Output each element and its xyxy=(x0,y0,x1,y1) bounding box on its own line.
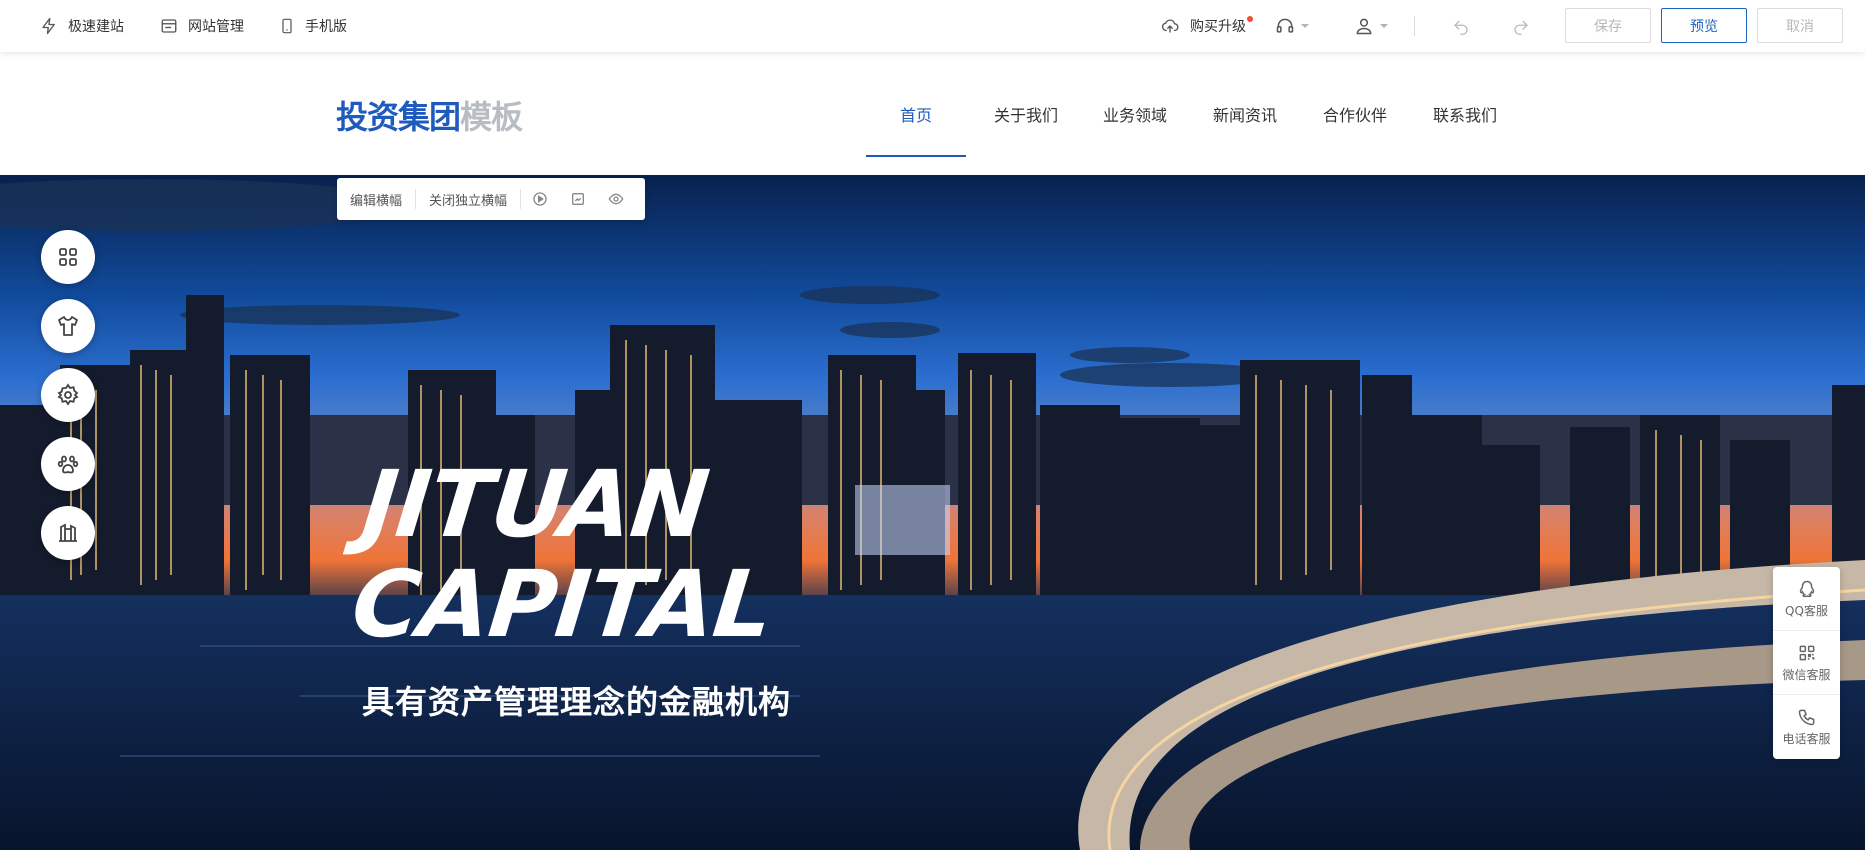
nav-business[interactable]: 业务领域 xyxy=(1085,52,1185,175)
image-settings-button[interactable] xyxy=(559,178,597,220)
play-button[interactable] xyxy=(521,178,559,220)
mobile-label: 手机版 xyxy=(305,19,347,35)
chevron-down-icon xyxy=(1380,24,1388,28)
grid-apps-icon xyxy=(59,248,77,266)
theme-button[interactable] xyxy=(41,299,95,353)
customer-service-panel: QQ客服 微信客服 电话客服 xyxy=(1773,567,1840,759)
left-tool-dock xyxy=(41,230,95,575)
quick-build-label: 极速建站 xyxy=(68,19,124,35)
banner-edit-toolbar: 编辑横幅 关闭独立横幅 xyxy=(337,178,645,220)
eye-icon xyxy=(608,193,624,205)
image-frame-icon xyxy=(572,193,585,205)
phone-service-label: 电话客服 xyxy=(1782,732,1831,746)
phone-service-button[interactable]: 电话客服 xyxy=(1773,695,1840,759)
logo-sub-text: 模板 xyxy=(460,98,523,136)
cancel-button[interactable]: 取消 xyxy=(1757,8,1843,43)
preview-button[interactable]: 预览 xyxy=(1661,8,1747,43)
edit-banner-button[interactable]: 编辑横幅 xyxy=(337,190,415,209)
hero-banner: 编辑横幅 关闭独立横幅 JITUAN CAPITAL 具有资产管理理念的金融机构… xyxy=(0,175,1865,850)
qq-service-label: QQ客服 xyxy=(1785,603,1828,618)
hero-subtitle: 具有资产管理理念的金融机构 xyxy=(362,683,792,721)
user-menu[interactable] xyxy=(1354,0,1388,52)
support-menu[interactable] xyxy=(1275,0,1309,52)
site-manage-button[interactable]: 网站管理 xyxy=(160,0,244,52)
site-logo[interactable]: 投资集团模板 xyxy=(336,92,523,138)
hero-title-line2: CAPITAL xyxy=(347,551,778,658)
tshirt-icon xyxy=(58,316,78,336)
toolbar-divider xyxy=(1414,16,1415,36)
upgrade-button[interactable]: 购买升级 xyxy=(1160,0,1253,52)
hero-title: JITUAN CAPITAL xyxy=(347,451,787,658)
undo-icon xyxy=(1454,20,1468,35)
chevron-down-icon xyxy=(1301,24,1309,28)
close-independent-banner-button[interactable]: 关闭独立横幅 xyxy=(416,190,520,209)
site-manage-label: 网站管理 xyxy=(188,19,244,35)
save-button[interactable]: 保存 xyxy=(1565,8,1651,43)
phone-device-icon xyxy=(282,18,292,34)
paw-icon xyxy=(57,455,79,474)
cloud-upload-icon xyxy=(1161,19,1179,33)
headset-icon xyxy=(1276,18,1294,33)
template-button[interactable] xyxy=(41,506,95,560)
redo-button[interactable] xyxy=(1511,0,1531,52)
editor-toolbar: 极速建站 网站管理 手机版 购买升级 保存 预览 取消 xyxy=(0,0,1865,52)
lightning-icon xyxy=(42,17,55,35)
nav-news[interactable]: 新闻资讯 xyxy=(1195,52,1295,175)
upgrade-label: 购买升级 xyxy=(1190,19,1246,35)
logo-main-text: 投资集团 xyxy=(336,98,461,136)
window-icon xyxy=(161,19,177,33)
building-icon xyxy=(59,523,77,542)
undo-button[interactable] xyxy=(1451,0,1471,52)
city-skyline-image xyxy=(0,179,1865,850)
notification-dot xyxy=(1247,16,1253,22)
redo-icon xyxy=(1514,20,1528,35)
play-icon xyxy=(533,192,547,206)
hero-title-line1: JITUAN xyxy=(357,451,713,558)
wechat-service-label: 微信客服 xyxy=(1782,667,1831,682)
settings-button[interactable] xyxy=(41,368,95,422)
visibility-button[interactable] xyxy=(597,178,635,220)
quick-build-button[interactable]: 极速建站 xyxy=(40,0,124,52)
qq-icon xyxy=(1799,580,1814,597)
nav-contact[interactable]: 联系我们 xyxy=(1415,52,1515,175)
nav-about[interactable]: 关于我们 xyxy=(976,52,1076,175)
modules-button[interactable] xyxy=(41,230,95,284)
mobile-button[interactable]: 手机版 xyxy=(279,0,347,52)
qq-service-button[interactable]: QQ客服 xyxy=(1773,567,1840,631)
qr-code-icon xyxy=(1799,645,1814,660)
user-icon xyxy=(1356,18,1372,35)
baidu-seo-button[interactable] xyxy=(41,437,95,491)
site-header: 投资集团模板 首页 关于我们 业务领域 新闻资讯 合作伙伴 联系我们 xyxy=(0,52,1865,175)
wechat-service-button[interactable]: 微信客服 xyxy=(1773,631,1840,695)
nav-home[interactable]: 首页 xyxy=(866,52,966,175)
nav-partners[interactable]: 合作伙伴 xyxy=(1305,52,1405,175)
telephone-icon xyxy=(1798,709,1814,726)
gear-icon xyxy=(57,383,79,406)
